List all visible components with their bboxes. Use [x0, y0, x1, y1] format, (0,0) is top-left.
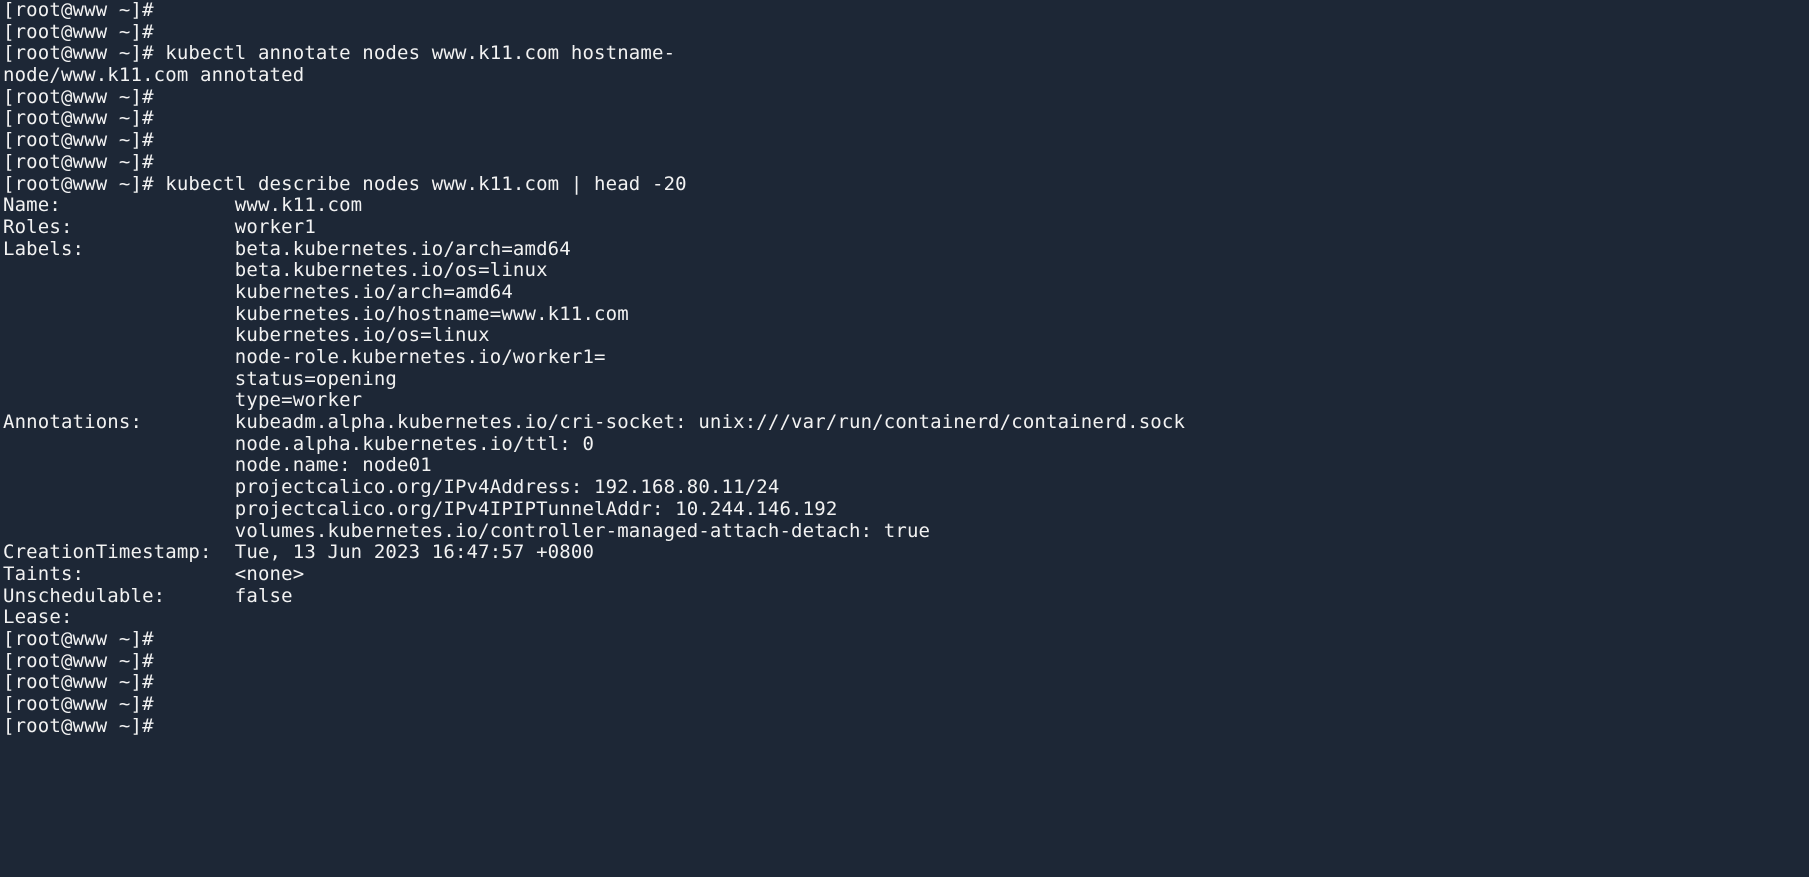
terminal-line: [root@www ~]#	[3, 129, 154, 152]
terminal-line: [root@www ~]# kubectl annotate nodes www…	[3, 42, 676, 65]
terminal-line: [root@www ~]#	[3, 627, 154, 650]
terminal-line: Labels: beta.kubernetes.io/arch=amd64	[3, 237, 571, 260]
terminal-line: Lease:	[3, 606, 73, 629]
terminal-line: node.alpha.kubernetes.io/ttl: 0	[3, 432, 595, 455]
terminal-line: kubernetes.io/hostname=www.k11.com	[3, 302, 629, 325]
terminal-line: Name: www.k11.com	[3, 194, 363, 217]
terminal-output: [root@www ~]# [root@www ~]# [root@www ~]# …	[3, 0, 1809, 737]
terminal-line: [root@www ~]#	[3, 107, 154, 130]
terminal-line: type=worker	[3, 389, 363, 412]
terminal-line: [root@www ~]#	[3, 0, 154, 21]
terminal-line: status=opening	[3, 367, 398, 390]
terminal-line: Unschedulable: false	[3, 584, 293, 607]
terminal-line: [root@www ~]#	[3, 714, 154, 737]
terminal-line: Roles: worker1	[3, 215, 316, 238]
terminal-line: projectcalico.org/IPv4IPIPTunnelAddr: 10…	[3, 497, 838, 520]
terminal-line: [root@www ~]# kubectl describe nodes www…	[3, 172, 687, 195]
terminal-line: volumes.kubernetes.io/controller-managed…	[3, 519, 931, 542]
terminal-window[interactable]: [root@www ~]# [root@www ~]# [root@www ~]# …	[0, 0, 1809, 877]
terminal-line: kubernetes.io/arch=amd64	[3, 280, 513, 303]
terminal-line: projectcalico.org/IPv4Address: 192.168.8…	[3, 476, 780, 499]
terminal-line: beta.kubernetes.io/os=linux	[3, 259, 548, 282]
terminal-line: Taints: <none>	[3, 562, 305, 585]
terminal-line: node-role.kubernetes.io/worker1=	[3, 346, 606, 368]
terminal-line: [root@www ~]#	[3, 693, 154, 715]
terminal-line: [root@www ~]#	[3, 85, 154, 108]
terminal-line: [root@www ~]#	[3, 671, 154, 694]
terminal-line: Annotations: kubeadm.alpha.kubernetes.io…	[3, 411, 1186, 434]
terminal-line: node/www.k11.com annotated	[3, 64, 305, 87]
terminal-line: [root@www ~]#	[3, 150, 154, 173]
terminal-line: CreationTimestamp: Tue, 13 Jun 2023 16:4…	[3, 541, 595, 564]
terminal-line: [root@www ~]#	[3, 649, 154, 672]
terminal-line: kubernetes.io/os=linux	[3, 324, 490, 347]
terminal-line: node.name: node01	[3, 454, 432, 477]
terminal-line: [root@www ~]#	[3, 20, 154, 43]
